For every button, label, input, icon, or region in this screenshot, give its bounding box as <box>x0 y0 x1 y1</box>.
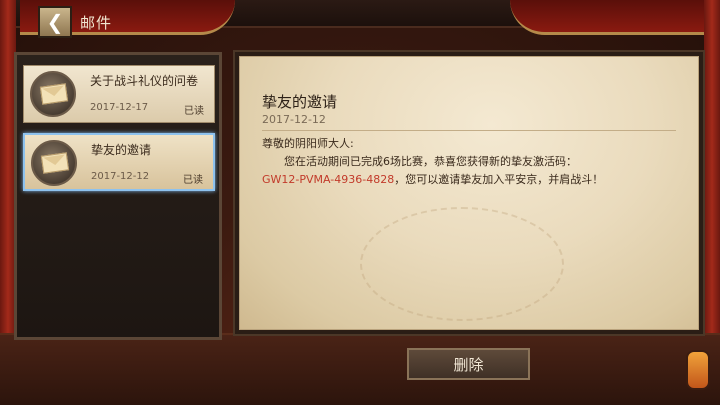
envelope-icon <box>31 140 77 186</box>
back-arrow-icon: ❮ <box>46 10 64 34</box>
back-button[interactable]: ❮ <box>38 6 72 38</box>
letter-greeting: 尊敬的阴阳师大人: <box>262 137 354 150</box>
decorative-cloud <box>360 207 564 321</box>
page-title: 邮件 <box>80 14 113 32</box>
letter-paper: 挚友的邀请 2017-12-12 尊敬的阴阳师大人: 您在活动期间已完成6场比赛… <box>239 56 699 330</box>
mail-status: 已读 <box>184 106 204 117</box>
mail-item-selected[interactable]: 挚友的邀请 2017-12-12 已读 <box>23 133 215 191</box>
mail-subject: 挚友的邀请 <box>91 143 152 157</box>
letter-line: 您在活动期间已完成6场比赛，恭喜您获得新的挚友激活码： <box>284 155 577 168</box>
envelope-icon <box>30 71 76 117</box>
activation-code: GW12-PVMA-4936-4828 <box>262 173 395 186</box>
mail-date: 2017-12-12 <box>91 171 150 182</box>
lantern <box>686 350 710 390</box>
letter-body: 您在活动期间已完成6场比赛，恭喜您获得新的挚友激活码： GW12-PVMA-49… <box>262 153 648 189</box>
letter-panel: 挚友的邀请 2017-12-12 尊敬的阴阳师大人: 您在活动期间已完成6场比赛… <box>233 50 705 336</box>
floor <box>0 333 720 405</box>
mail-list[interactable]: 关于战斗礼仪的问卷 2017-12-17 已读 挚友的邀请 2017-12-12… <box>14 52 222 340</box>
mail-item[interactable]: 关于战斗礼仪的问卷 2017-12-17 已读 <box>23 65 215 123</box>
roof-eave-right <box>510 0 720 35</box>
mail-subject: 关于战斗礼仪的问卷 <box>90 74 199 88</box>
divider <box>262 130 676 131</box>
mail-date: 2017-12-17 <box>90 102 149 113</box>
mail-status: 已读 <box>183 175 203 186</box>
letter-line: ，您可以邀请挚友加入平安京，并肩战斗！ <box>394 173 604 186</box>
letter-title: 挚友的邀请 <box>262 93 338 111</box>
letter-date: 2017-12-12 <box>262 113 326 126</box>
delete-button[interactable]: 删除 <box>407 348 530 380</box>
